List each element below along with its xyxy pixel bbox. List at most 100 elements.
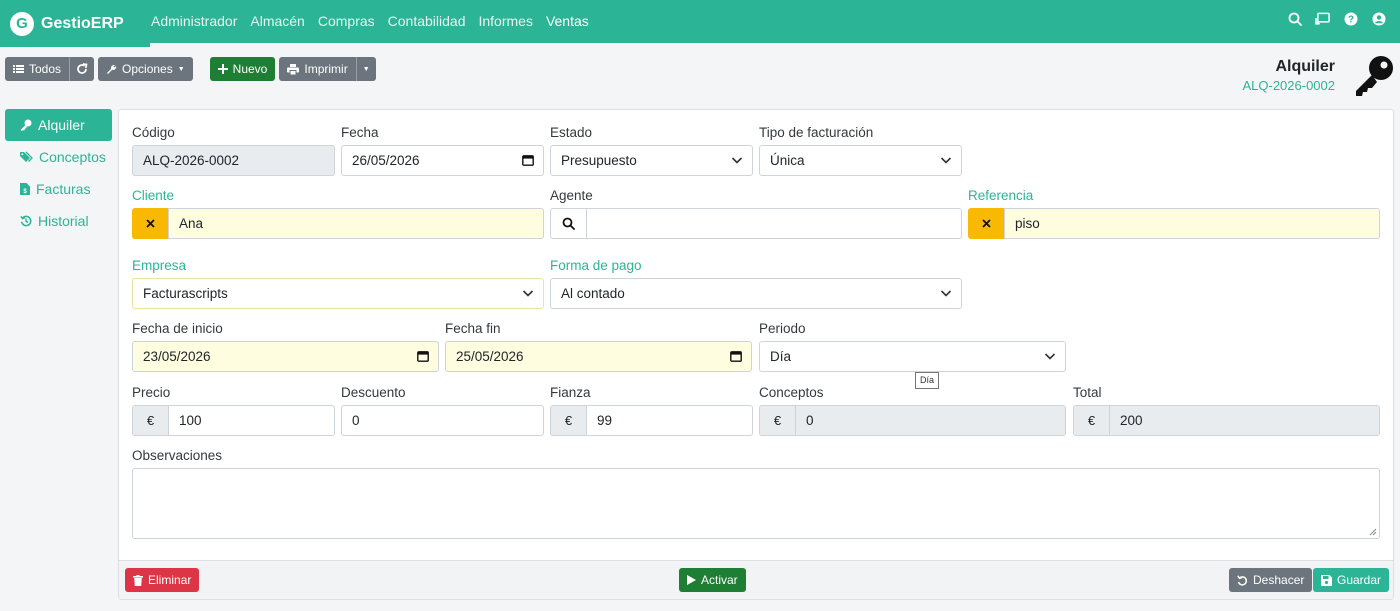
tipo-facturacion-label: Tipo de facturación [759, 125, 874, 140]
periodo-select[interactable]: Día [759, 341, 1066, 372]
page-title: Alquiler [1275, 58, 1335, 75]
cliente-label[interactable]: Cliente [132, 188, 544, 208]
fecha-fin-label: Fecha fin [445, 321, 501, 336]
delete-button[interactable]: Eliminar [125, 568, 200, 592]
estado-label: Estado [550, 125, 593, 140]
total-label: Total [1073, 385, 1102, 400]
descuento-label: Descuento [341, 385, 406, 400]
menu-compras[interactable]: Compras [318, 13, 375, 29]
chevron-down-icon [731, 157, 743, 164]
user-icon[interactable] [1371, 11, 1386, 26]
referencia-label[interactable]: Referencia [968, 188, 1380, 208]
brand[interactable]: G GestioERP [0, 0, 150, 47]
observaciones-label: Observaciones [132, 448, 223, 463]
help-icon[interactable]: ? [1343, 11, 1358, 26]
periodo-tooltip: Día [915, 372, 940, 389]
observaciones-textarea[interactable] [132, 468, 1380, 539]
activate-button[interactable]: Activar [679, 568, 746, 592]
list-icon [13, 65, 24, 73]
options-button[interactable]: Opciones ▼ [98, 57, 193, 81]
precio-input[interactable]: 100 [168, 405, 335, 436]
menu-contabilidad[interactable]: Contabilidad [388, 13, 466, 29]
conceptos-field: Conceptos € 0 [759, 385, 1066, 436]
calendar-icon[interactable] [522, 154, 534, 166]
all-button[interactable]: Todos [5, 57, 70, 81]
estado-select[interactable]: Presupuesto [550, 145, 753, 176]
refresh-button[interactable] [69, 57, 95, 81]
empresa-label[interactable]: Empresa [132, 258, 544, 278]
forma-pago-label[interactable]: Forma de pago [550, 258, 962, 278]
menu-ventas[interactable]: Ventas [546, 13, 589, 29]
codigo-input[interactable]: ALQ-2026-0002 [132, 145, 335, 176]
observaciones-field: Observaciones [132, 448, 1380, 539]
top-navbar: G GestioERP Administrador Almacén Compra… [0, 0, 1400, 47]
cliente-input[interactable]: Ana [168, 208, 544, 239]
fecha-inicio-input[interactable]: 23/05/2026 [132, 341, 439, 372]
options-button-label: Opciones [122, 62, 173, 76]
tab-conceptos[interactable]: Conceptos [5, 141, 112, 173]
conceptos-currency: € [759, 405, 795, 436]
periodo-value: Día [770, 349, 792, 364]
fecha-inicio-value: 23/05/2026 [143, 349, 211, 364]
forma-pago-select[interactable]: Al contado [550, 278, 962, 309]
tab-conceptos-label: Conceptos [39, 149, 106, 165]
print-dropdown-button[interactable]: ▼ [355, 57, 376, 81]
fecha-input[interactable]: 26/05/2026 [341, 145, 544, 176]
tags-icon [20, 151, 33, 162]
activate-button-label: Activar [701, 573, 738, 587]
referencia-input[interactable]: piso [1004, 208, 1380, 239]
search-agente-button[interactable] [550, 208, 586, 239]
tab-facturas-label: Facturas [36, 181, 91, 197]
tipo-facturacion-value: Única [770, 153, 805, 168]
tab-historial[interactable]: Historial [5, 205, 112, 237]
tab-historial-label: Historial [38, 213, 89, 229]
new-button[interactable]: Nuevo [209, 57, 276, 81]
tipo-facturacion-select[interactable]: Única [759, 145, 962, 176]
agente-field: Agente [550, 188, 962, 239]
chevron-down-icon [940, 157, 952, 164]
screen-icon[interactable] [1315, 11, 1330, 26]
fianza-field: Fianza € 99 [550, 385, 753, 436]
forma-pago-field: Forma de pago Al contado [550, 258, 962, 309]
undo-button[interactable]: Deshacer [1229, 568, 1313, 592]
forma-pago-value: Al contado [561, 286, 625, 301]
descuento-input[interactable]: 0 [341, 405, 544, 436]
search-icon [562, 217, 575, 230]
total-input[interactable]: 200 [1109, 405, 1380, 436]
trash-icon [133, 574, 143, 586]
clear-referencia-button[interactable] [968, 208, 1004, 239]
fecha-fin-input[interactable]: 25/05/2026 [445, 341, 752, 372]
codigo-label: Código [132, 125, 175, 140]
plus-icon [217, 64, 228, 74]
fecha-fin-field: Fecha fin 25/05/2026 [445, 321, 752, 372]
resize-handle-icon[interactable] [1369, 528, 1377, 536]
agente-input[interactable] [586, 208, 962, 239]
play-icon [687, 575, 696, 585]
nav-icons: ? [1287, 11, 1386, 26]
key-icon [20, 119, 32, 131]
form-card: Código ALQ-2026-0002 Fecha 26/05/2026 Es… [118, 109, 1394, 600]
brand-logo: G [10, 11, 34, 36]
menu-almacen[interactable]: Almacén [250, 13, 304, 29]
calendar-icon[interactable] [730, 350, 742, 362]
conceptos-input[interactable]: 0 [795, 405, 1066, 436]
save-button[interactable]: Guardar [1313, 568, 1390, 592]
cliente-field: Cliente Ana [132, 188, 544, 239]
precio-field: Precio € 100 [132, 385, 335, 436]
calendar-icon[interactable] [417, 350, 429, 362]
key-icon [1356, 56, 1393, 96]
empresa-select[interactable]: Facturascripts [132, 278, 544, 309]
empresa-field: Empresa Facturascripts [132, 258, 544, 309]
chevron-down-icon [1044, 353, 1056, 360]
periodo-field: Periodo Día [759, 321, 1066, 372]
menu-administrador[interactable]: Administrador [151, 13, 237, 29]
print-button[interactable]: Imprimir [279, 57, 356, 81]
periodo-label: Periodo [759, 321, 806, 336]
all-button-label: Todos [29, 62, 62, 76]
menu-informes[interactable]: Informes [478, 13, 532, 29]
tab-facturas[interactable]: $ Facturas [5, 173, 112, 205]
fianza-input[interactable]: 99 [586, 405, 753, 436]
search-icon[interactable] [1287, 11, 1302, 26]
clear-cliente-button[interactable] [132, 208, 168, 239]
tab-alquiler[interactable]: Alquiler [5, 109, 112, 141]
